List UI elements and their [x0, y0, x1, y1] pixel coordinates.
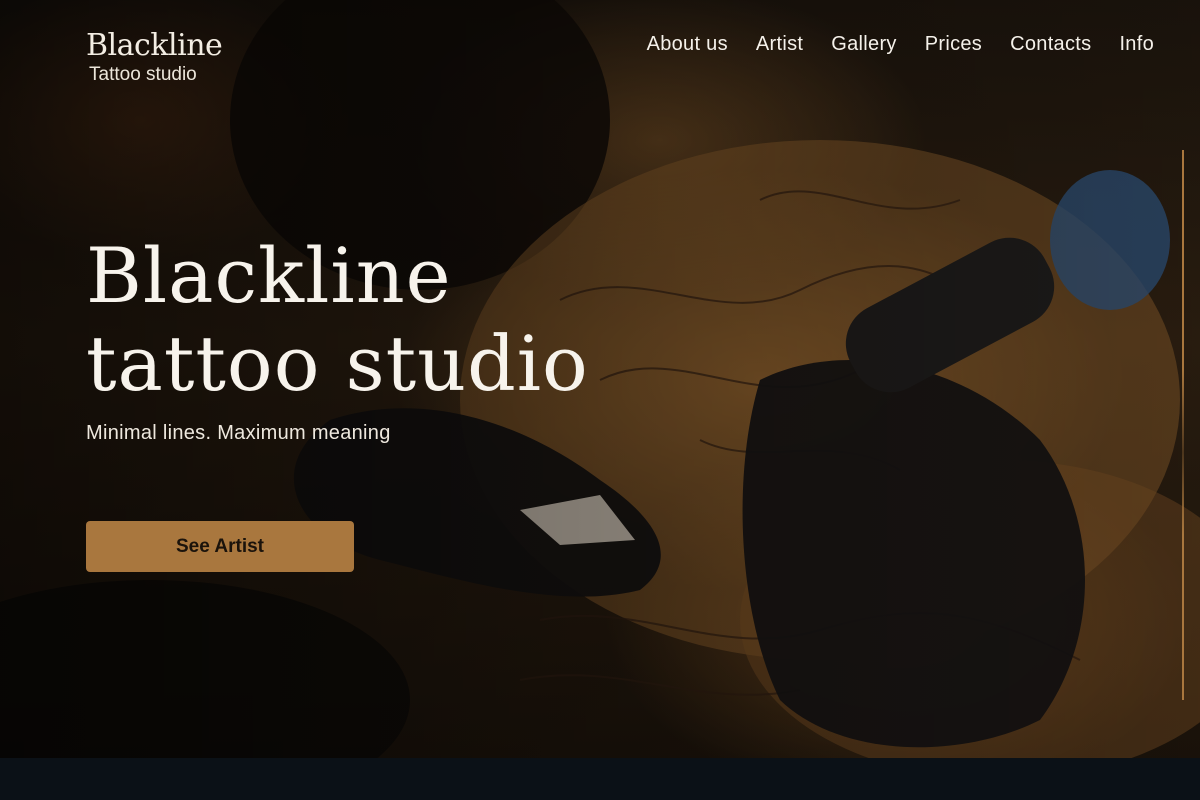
nav-item-prices[interactable]: Prices	[925, 33, 982, 56]
hero-headline-line-1: Blackline	[86, 231, 452, 320]
main-nav: About us Artist Gallery Prices Contacts …	[647, 33, 1154, 56]
hero-tagline: Minimal lines. Maximum meaning	[86, 422, 391, 444]
footer-band	[0, 758, 1200, 800]
hero-headline: Blackline tattoo studio	[86, 232, 589, 408]
nav-item-about-us[interactable]: About us	[647, 33, 728, 56]
brand-subtitle: Tattoo studio	[89, 64, 197, 85]
brand-name: Blackline	[86, 28, 223, 63]
nav-item-artist[interactable]: Artist	[756, 33, 803, 56]
nav-item-info[interactable]: Info	[1119, 33, 1154, 56]
nav-item-gallery[interactable]: Gallery	[831, 33, 896, 56]
see-artist-button[interactable]: See Artist	[86, 521, 354, 572]
hero-headline-line-2: tattoo studio	[86, 319, 589, 408]
brand-logo[interactable]: Blackline Tattoo studio	[86, 28, 223, 86]
side-accent-line	[1182, 150, 1184, 700]
nav-item-contacts[interactable]: Contacts	[1010, 33, 1091, 56]
